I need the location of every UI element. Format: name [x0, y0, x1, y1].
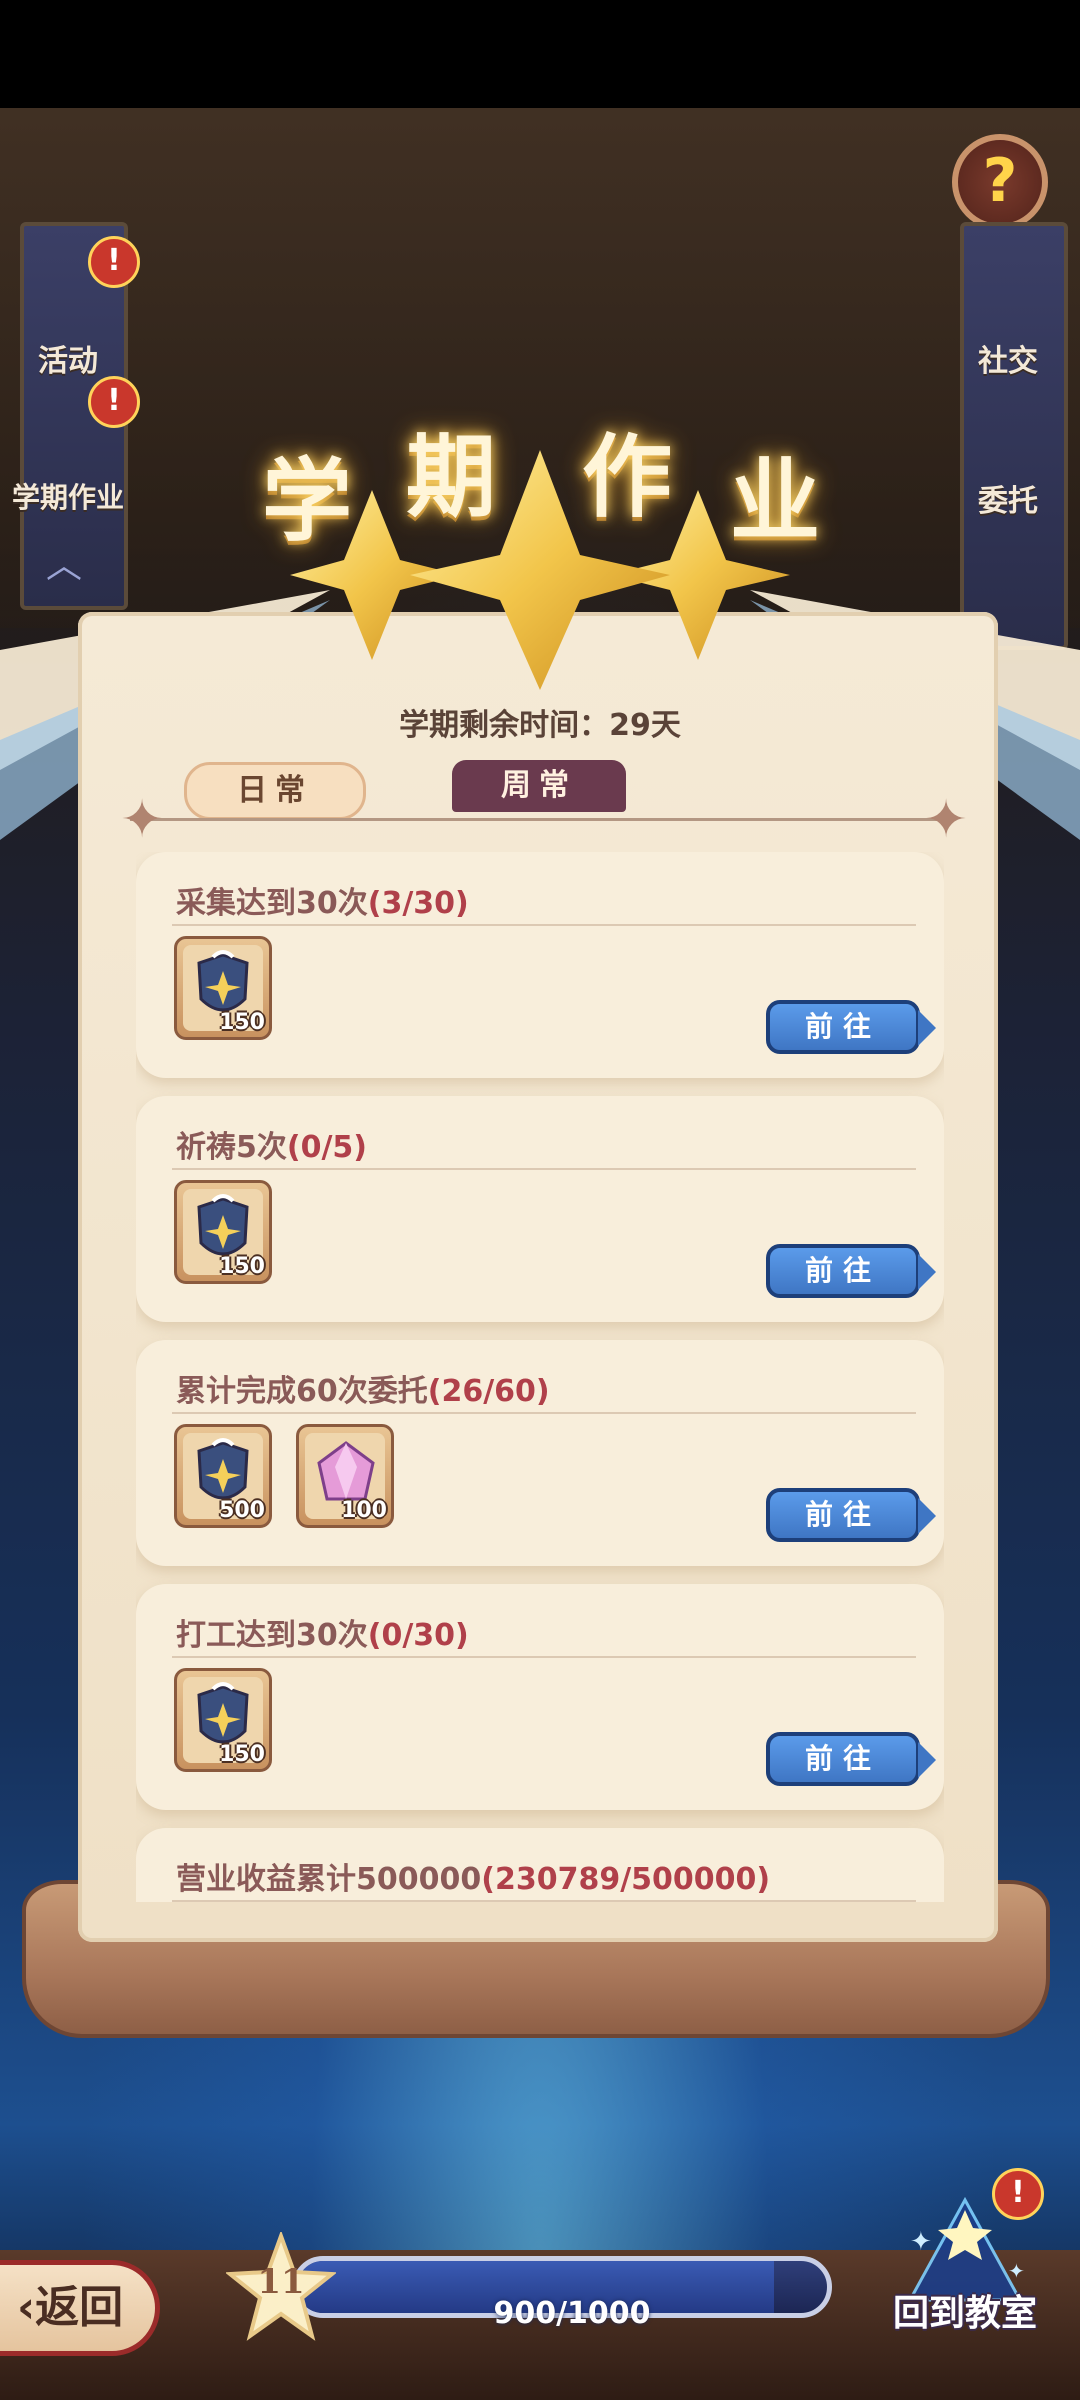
tab-daily[interactable]: 日常 — [184, 762, 366, 820]
task-title: 采集达到30次(3/30) — [176, 886, 469, 921]
reward-item[interactable]: 500 — [174, 1424, 272, 1528]
go-button[interactable]: 前往 — [766, 1732, 936, 1786]
task-title: 打工达到30次(0/30) — [176, 1618, 469, 1653]
return-classroom-button[interactable]: 回到教室 — [870, 2284, 1060, 2336]
reward-item[interactable]: 150 — [174, 936, 272, 1040]
help-button[interactable]: ? — [952, 134, 1048, 230]
divider-star-icon: ✦ — [924, 790, 968, 850]
reward-quantity: 150 — [219, 1254, 265, 1279]
task-divider — [172, 1656, 916, 1658]
reward-item[interactable]: 100 — [296, 1424, 394, 1528]
go-button[interactable]: 前往 — [766, 1244, 936, 1298]
task-list[interactable]: 采集达到30次(3/30) 150 前往 祈祷5次(0/5) 150 前往 累计… — [136, 852, 944, 1902]
svg-text:✦: ✦ — [910, 2227, 932, 2257]
task-item: 打工达到30次(0/30) 150 前往 — [136, 1584, 944, 1810]
svg-text:✦: ✦ — [1008, 2259, 1025, 2283]
reward-quantity: 500 — [219, 1498, 265, 1523]
task-divider — [172, 924, 916, 926]
reward-quantity: 150 — [219, 1742, 265, 1767]
task-title: 营业收益累计500000(230789/500000) — [176, 1862, 771, 1897]
back-button[interactable]: ‹返回 — [0, 2260, 160, 2356]
gold-stars-icon — [290, 450, 790, 690]
task-divider — [172, 1412, 916, 1414]
task-item: 采集达到30次(3/30) 150 前往 — [136, 852, 944, 1078]
classroom-alert-icon: ! — [992, 2168, 1044, 2220]
task-divider — [172, 1168, 916, 1170]
task-item: 营业收益累计500000(230789/500000) — [136, 1828, 944, 1902]
reward-quantity: 150 — [219, 1010, 265, 1035]
task-item: 累计完成60次委托(26/60) 500 100 前往 — [136, 1340, 944, 1566]
task-item: 祈祷5次(0/5) 150 前往 — [136, 1096, 944, 1322]
go-button[interactable]: 前往 — [766, 1000, 936, 1054]
menu-commission-label[interactable]: 委托 — [978, 476, 1038, 520]
activity-alert-icon: ! — [88, 236, 140, 288]
progress-text: 900/1000 — [493, 2296, 651, 2331]
task-title: 累计完成60次委托(26/60) — [176, 1374, 550, 1409]
task-title: 祈祷5次(0/5) — [176, 1130, 368, 1165]
reward-item[interactable]: 150 — [174, 1180, 272, 1284]
go-button[interactable]: 前往 — [766, 1488, 936, 1542]
homework-alert-icon: ! — [88, 376, 140, 428]
menu-activity-label[interactable]: 活动 — [38, 336, 98, 380]
semester-remaining-time: 学期剩余时间：29天 — [399, 708, 681, 743]
menu-social-label[interactable]: 社交 — [978, 336, 1038, 380]
back-arrow-icon: ‹ — [17, 2282, 36, 2333]
tab-weekly[interactable]: 周常 — [452, 760, 626, 812]
reward-quantity: 100 — [341, 1498, 387, 1523]
tab-divider — [130, 818, 950, 821]
reward-item[interactable]: 150 — [174, 1668, 272, 1772]
level-number: 11 — [257, 2262, 305, 2302]
task-divider — [172, 1900, 916, 1902]
back-label: 返回 — [35, 2282, 124, 2333]
divider-star-icon: ✦ — [120, 790, 164, 850]
menu-semester-homework-label[interactable]: 学期作业 — [12, 476, 124, 516]
